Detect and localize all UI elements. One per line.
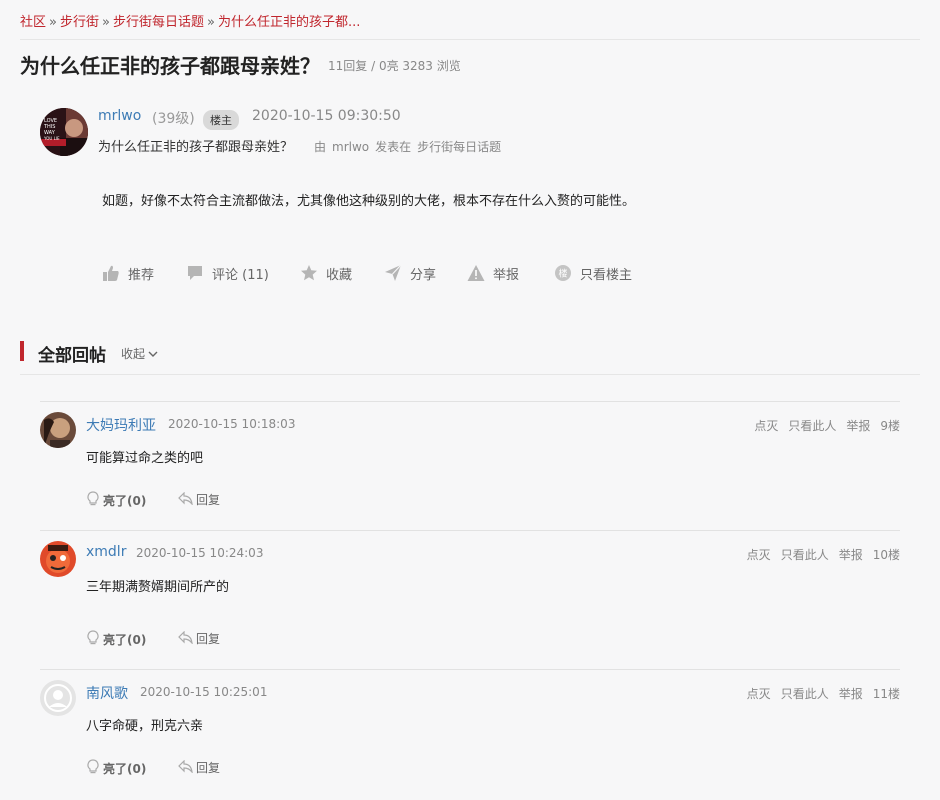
lightbulb-icon <box>86 491 103 509</box>
breadcrumb-current[interactable]: 为什么任正非的孩子都... <box>218 15 360 30</box>
share-button[interactable]: 分享 <box>384 262 436 284</box>
favorite-label: 收藏 <box>326 267 353 283</box>
op-username[interactable]: mrlwo <box>98 108 141 124</box>
meta-board[interactable]: 步行街每日话题 <box>417 140 501 154</box>
reply-icon <box>178 491 196 508</box>
op-only-icon: 楼 <box>554 264 580 282</box>
share-icon <box>384 264 410 282</box>
reply-button[interactable]: 回复 <box>178 630 220 647</box>
reply-content: 八字命硬，刑克六亲 <box>86 719 204 734</box>
op-subject: 为什么任正非的孩子都跟母亲姓？ <box>98 140 294 155</box>
dim-button[interactable]: 点灭 <box>747 685 771 702</box>
collapse-label: 收起 <box>121 347 146 361</box>
reply-button[interactable]: 回复 <box>178 491 220 508</box>
breadcrumb-separator: » <box>49 15 57 30</box>
breadcrumb-topic[interactable]: 步行街每日话题 <box>113 15 204 30</box>
light-button[interactable]: 亮了(0) <box>86 759 146 777</box>
breadcrumb: 社区» 步行街» 步行街每日话题» 为什么任正非的孩子都... <box>20 11 360 30</box>
thread-stats: 11回复 / 0亮 3283 浏览 <box>328 59 461 73</box>
reply-username[interactable]: 南风歌 <box>86 683 128 703</box>
reply-report-button[interactable]: 举报 <box>839 546 863 563</box>
floor-number: 11楼 <box>872 687 900 701</box>
report-button[interactable]: 举报 <box>467 262 519 284</box>
divider <box>20 374 920 375</box>
op-level: (39级) <box>152 111 195 127</box>
op-only-icon-char: 楼 <box>558 268 567 280</box>
view-only-user-button[interactable]: 只看此人 <box>781 685 829 702</box>
dim-button[interactable]: 点灭 <box>754 417 778 434</box>
report-label: 举报 <box>493 267 520 283</box>
recommend-button[interactable]: 推荐 <box>102 262 154 284</box>
reply-tools: 点灭 只看此人 举报 11楼 <box>747 685 900 702</box>
light-button[interactable]: 亮了(0) <box>86 491 146 509</box>
comment-label: 评论 (11) <box>212 267 269 283</box>
reply-button[interactable]: 回复 <box>178 759 220 776</box>
reply-divider <box>40 669 900 670</box>
floor-number: 9楼 <box>880 419 900 433</box>
chevron-down-icon <box>145 347 158 361</box>
section-accent-bar <box>20 341 24 361</box>
breadcrumb-community[interactable]: 社区 <box>20 15 46 30</box>
avatar-text: YOU LIE <box>43 136 60 141</box>
reply-tools: 点灭 只看此人 举报 10楼 <box>747 546 900 563</box>
light-label: 亮了(0) <box>103 632 147 647</box>
meta-posted: 发表在 <box>375 140 412 154</box>
breadcrumb-board[interactable]: 步行街 <box>60 15 99 30</box>
reply-time: 2020-10-15 10:24:03 <box>136 546 264 560</box>
reply-username[interactable]: 大妈玛利亚 <box>86 415 156 435</box>
reply-report-button[interactable]: 举报 <box>839 685 863 702</box>
reply-divider <box>40 401 900 402</box>
section-title: 全部回帖 <box>38 346 106 366</box>
reply-label: 回复 <box>196 493 221 507</box>
page-title: 为什么任正非的孩子都跟母亲姓？ <box>20 54 320 78</box>
comment-button[interactable]: 评论 (11) <box>186 262 269 284</box>
dim-button[interactable]: 点灭 <box>747 546 771 563</box>
light-label: 亮了(0) <box>103 493 147 508</box>
reply-tools: 点灭 只看此人 举报 9楼 <box>754 417 900 434</box>
light-label: 亮了(0) <box>103 761 147 776</box>
reply-icon <box>178 630 196 647</box>
breadcrumb-separator: » <box>206 15 215 30</box>
favorite-button[interactable]: 收藏 <box>300 262 352 284</box>
warning-icon <box>467 264 493 282</box>
reply-divider <box>40 530 900 531</box>
reply-username[interactable]: xmdlr <box>86 544 126 560</box>
thumbs-up-icon <box>102 264 128 282</box>
reply-content: 可能算过命之类的吧 <box>86 451 204 466</box>
reply-label: 回复 <box>196 761 221 775</box>
reply-icon <box>178 759 196 776</box>
reply-avatar[interactable] <box>40 541 76 577</box>
op-only-label: 只看楼主 <box>580 267 633 283</box>
reply-avatar[interactable] <box>40 412 76 448</box>
view-only-user-button[interactable]: 只看此人 <box>788 417 836 434</box>
view-only-user-button[interactable]: 只看此人 <box>781 546 829 563</box>
share-label: 分享 <box>410 267 437 283</box>
reply-label: 回复 <box>196 632 221 646</box>
reply-report-button[interactable]: 举报 <box>846 417 870 434</box>
divider <box>20 39 920 40</box>
collapse-button[interactable]: 收起 <box>121 345 158 362</box>
comment-icon <box>186 264 212 282</box>
lightbulb-icon <box>86 630 103 648</box>
star-icon <box>300 264 326 282</box>
op-avatar[interactable]: LOVE THIS WAY YOU LIE <box>40 108 88 156</box>
light-button[interactable]: 亮了(0) <box>86 630 146 648</box>
floor-number: 10楼 <box>872 548 900 562</box>
op-content: 如题，好像不太符合主流都做法，尤其像他这种级别的大佬，根本不存在什么入赘的可能性… <box>102 194 636 209</box>
lightbulb-icon <box>86 759 103 777</box>
meta-by: 由 <box>314 140 327 154</box>
recommend-label: 推荐 <box>128 267 155 283</box>
meta-user[interactable]: mrlwo <box>332 140 369 154</box>
reply-avatar[interactable] <box>40 680 76 716</box>
reply-content: 三年期满赘婿期间所产的 <box>86 580 230 595</box>
reply-time: 2020-10-15 10:18:03 <box>168 417 296 431</box>
op-badge: 楼主 <box>203 110 239 130</box>
op-post-meta: 由 mrlwo 发表在 步行街每日话题 <box>314 138 501 155</box>
reply-time: 2020-10-15 10:25:01 <box>140 685 268 699</box>
breadcrumb-separator: » <box>102 15 110 30</box>
op-only-button[interactable]: 楼 只看楼主 <box>554 262 632 284</box>
op-post-time: 2020-10-15 09:30:50 <box>252 108 401 124</box>
